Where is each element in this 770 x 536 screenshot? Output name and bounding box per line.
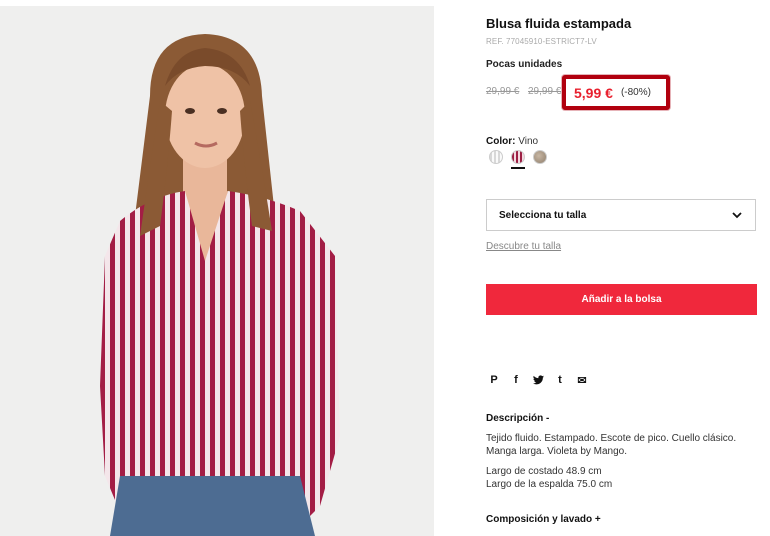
chevron-down-icon: [732, 212, 742, 219]
twitter-icon[interactable]: [532, 374, 544, 386]
product-reference: REF. 77045910-ESTRICT7-LV: [486, 37, 597, 46]
discount-badge: (-80%): [620, 87, 651, 98]
product-info-panel: Blusa fluida estampada REF. 77045910-EST…: [486, 0, 758, 536]
description-text: Tejido fluido. Estampado. Escote de pico…: [486, 433, 737, 457]
sale-price-highlight: 5,99 € (-80%): [562, 75, 670, 110]
sale-price: 5,99 €: [574, 84, 613, 101]
composition-heading[interactable]: Composición y lavado +: [486, 514, 601, 525]
tumblr-icon[interactable]: t: [554, 374, 566, 386]
swatch-taupe[interactable]: [533, 150, 547, 164]
color-value: Vino: [518, 136, 539, 147]
color-swatches: [489, 150, 547, 172]
share-icons: P f t ✉: [488, 374, 588, 387]
color-label-row: Color: Vino: [486, 136, 538, 147]
previous-price: 29,99 €: [528, 86, 562, 97]
product-title: Blusa fluida estampada: [486, 16, 632, 31]
facebook-icon[interactable]: f: [510, 374, 522, 386]
pinterest-icon[interactable]: P: [488, 374, 500, 386]
product-image[interactable]: [0, 6, 434, 536]
model-photo-illustration: [0, 6, 434, 536]
stock-notice: Pocas unidades: [486, 59, 563, 70]
email-icon[interactable]: ✉: [576, 374, 588, 387]
color-label: Color:: [486, 136, 516, 147]
swatch-striped-wine[interactable]: [511, 150, 525, 169]
measurements-text: Largo de costado 48.9 cm Largo de la esp…: [486, 466, 613, 490]
size-select-label: Selecciona tu talla: [499, 209, 587, 221]
original-price: 29,99 €: [486, 86, 520, 97]
size-select[interactable]: Selecciona tu talla: [486, 199, 756, 231]
description-heading[interactable]: Descripción -: [486, 413, 549, 424]
twitter-bird-glyph: [532, 375, 544, 385]
swatch-striped-grey[interactable]: [489, 150, 503, 164]
size-guide-link[interactable]: Descubre tu talla: [486, 241, 561, 252]
add-to-bag-button[interactable]: Añadir a la bolsa: [486, 284, 757, 315]
